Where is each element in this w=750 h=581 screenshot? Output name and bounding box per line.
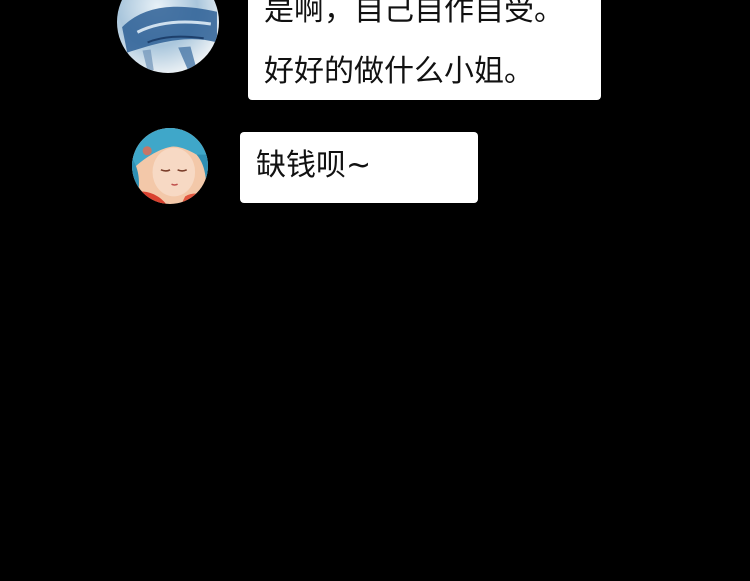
chat-bubble: 是啊，自己自作自受。 好好的做什么小姐。: [248, 0, 601, 100]
message-text: 缺钱呗~: [256, 148, 372, 183]
anime-girl-avatar: [132, 128, 208, 204]
avatar-whale: [117, 0, 219, 73]
avatar-girl: [132, 128, 208, 204]
message-text: 是啊，自己自作自受。: [264, 0, 564, 28]
whale-watercolor-avatar: [117, 0, 219, 73]
chat-bubble: 缺钱呗~: [240, 132, 478, 203]
message-text: 好好的做什么小姐。: [264, 54, 534, 89]
